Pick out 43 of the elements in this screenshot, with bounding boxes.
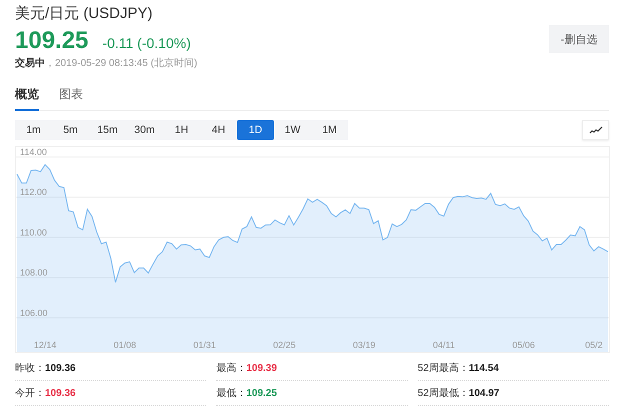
stat-label: 今开： [15, 388, 45, 399]
stat-label: 最低： [216, 388, 246, 399]
x-axis-label: 04/11 [432, 340, 455, 350]
x-axis-label: 12/14 [34, 340, 56, 350]
y-axis-label: 114.00 [20, 147, 47, 157]
stat-value: 109.39 [246, 363, 277, 374]
stat-value: 104.97 [468, 388, 500, 399]
period-button[interactable]: 1H [163, 120, 200, 140]
price: 109.25 [15, 26, 88, 56]
x-axis-label: 05/2 [585, 340, 603, 350]
stat-label: 52周最高： [418, 363, 469, 374]
x-axis-label: 01/08 [114, 340, 136, 350]
y-axis-label: 110.00 [20, 227, 47, 238]
y-axis-label: 112.00 [20, 187, 47, 198]
period-button[interactable]: 4H [200, 120, 237, 140]
tab[interactable]: 图表 [59, 86, 83, 111]
tab[interactable]: 概览 [15, 86, 39, 111]
period-button[interactable]: 1M [311, 120, 348, 140]
y-axis-label: 108.00 [20, 268, 48, 278]
remove-watchlist-button[interactable]: -删自选 [549, 25, 609, 53]
stat-label: 昨收： [15, 363, 45, 374]
trading-status: 交易中，2019-05-29 08:13:45 (北京时间) [15, 57, 198, 71]
price-change: -0.11 (-0.10%) [102, 35, 191, 51]
stat-value: 114.54 [468, 363, 499, 374]
x-axis-label: 01/31 [193, 340, 216, 350]
x-axis-label: 05/06 [512, 340, 535, 350]
period-button[interactable]: 1m [15, 120, 52, 140]
stat-value: 109.36 [45, 388, 76, 399]
period-button[interactable]: 1D [237, 120, 274, 140]
stat-value: 109.25 [246, 388, 277, 399]
x-axis-label: 03/19 [352, 340, 376, 350]
stat-label: 52周最低： [418, 388, 469, 399]
x-axis-label: 02/25 [273, 340, 296, 350]
period-button[interactable]: 1W [274, 120, 311, 140]
chart-type-button[interactable] [582, 120, 609, 140]
period-button[interactable]: 5m [52, 120, 89, 140]
period-button[interactable]: 15m [89, 120, 126, 140]
line-chart-icon [588, 126, 602, 134]
period-button[interactable]: 30m [126, 120, 163, 140]
instrument-title: 美元/日元 (USDJPY) [15, 4, 154, 24]
y-axis-label: 106.00 [20, 308, 48, 318]
stat-label: 最高： [216, 363, 246, 374]
stat-value: 109.36 [45, 363, 76, 374]
